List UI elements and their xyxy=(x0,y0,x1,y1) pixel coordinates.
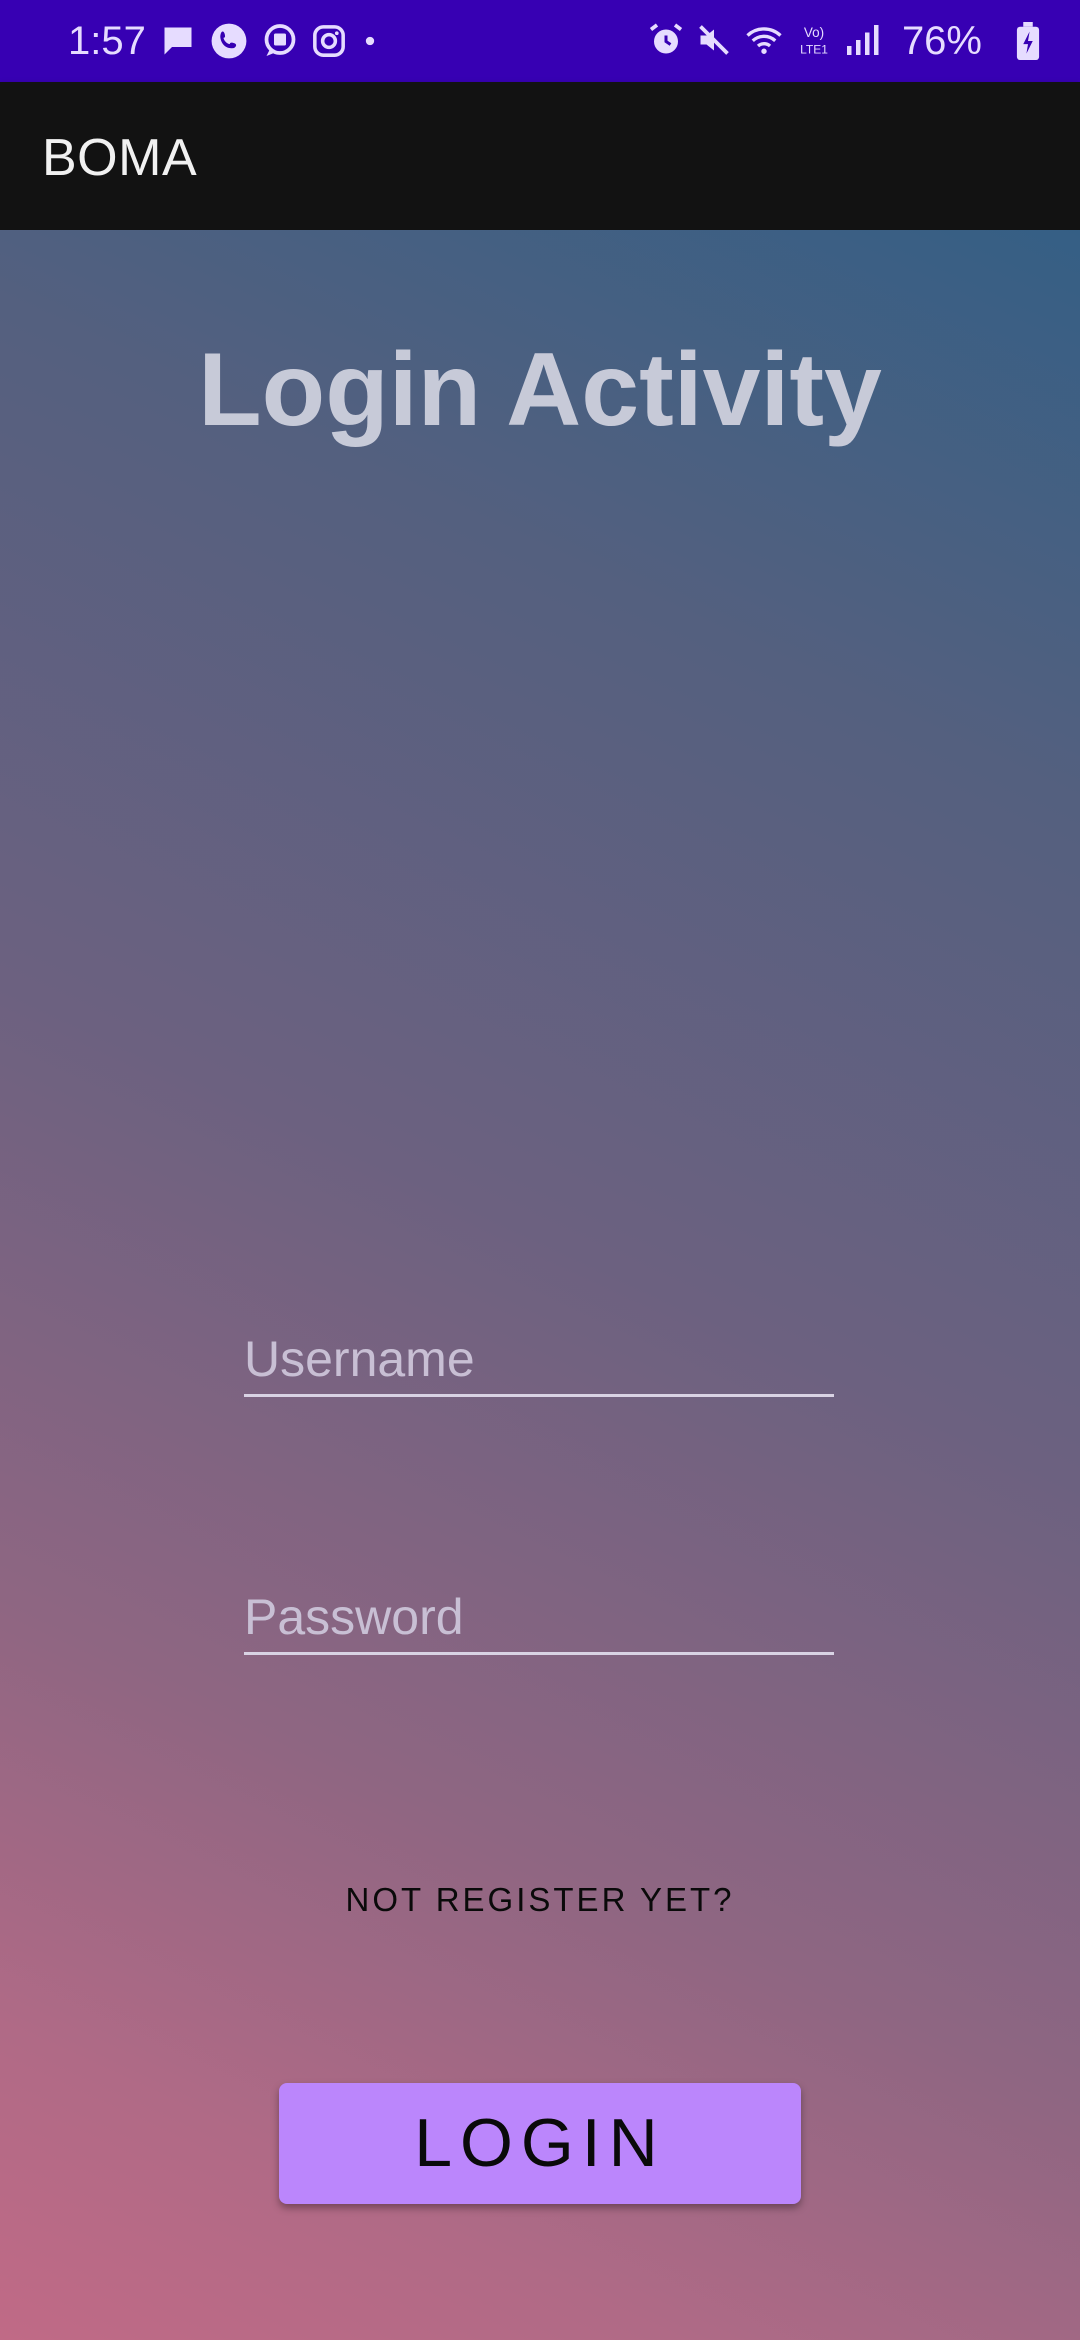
battery-charging-icon xyxy=(1016,22,1040,60)
wifi-icon xyxy=(744,22,784,58)
alarm-icon xyxy=(648,22,684,58)
battery-percent: 76% xyxy=(901,19,982,63)
dot-icon xyxy=(360,31,380,51)
status-bar: 1:57 Vo) LTE1 76% xyxy=(0,0,1080,82)
password-input[interactable] xyxy=(244,1588,834,1646)
app-bar: BOMA xyxy=(0,82,1080,230)
chat-icon xyxy=(262,23,298,59)
phone-icon xyxy=(210,22,248,60)
status-time: 1:57 xyxy=(68,19,146,63)
username-field[interactable] xyxy=(244,1310,834,1397)
page-title: Login Activity xyxy=(198,332,882,448)
instagram-icon xyxy=(312,24,346,58)
login-button[interactable]: LOGIN xyxy=(279,2083,801,2204)
app-title: BOMA xyxy=(42,129,198,187)
svg-text:Vo): Vo) xyxy=(804,25,824,40)
message-icon xyxy=(160,23,196,59)
system-icons: Vo) LTE1 xyxy=(648,22,880,58)
lte-icon: Vo) LTE1 xyxy=(796,22,832,58)
username-input[interactable] xyxy=(244,1330,834,1388)
password-field[interactable] xyxy=(244,1568,834,1655)
signal-icon xyxy=(844,22,880,58)
register-link[interactable]: NOT REGISTER YET? xyxy=(0,1880,1080,1920)
mute-icon xyxy=(696,22,732,58)
svg-text:LTE1: LTE1 xyxy=(800,43,828,57)
notification-icons xyxy=(160,22,380,60)
login-screen: Login Activity NOT REGISTER YET? LOGIN xyxy=(0,230,1080,2340)
